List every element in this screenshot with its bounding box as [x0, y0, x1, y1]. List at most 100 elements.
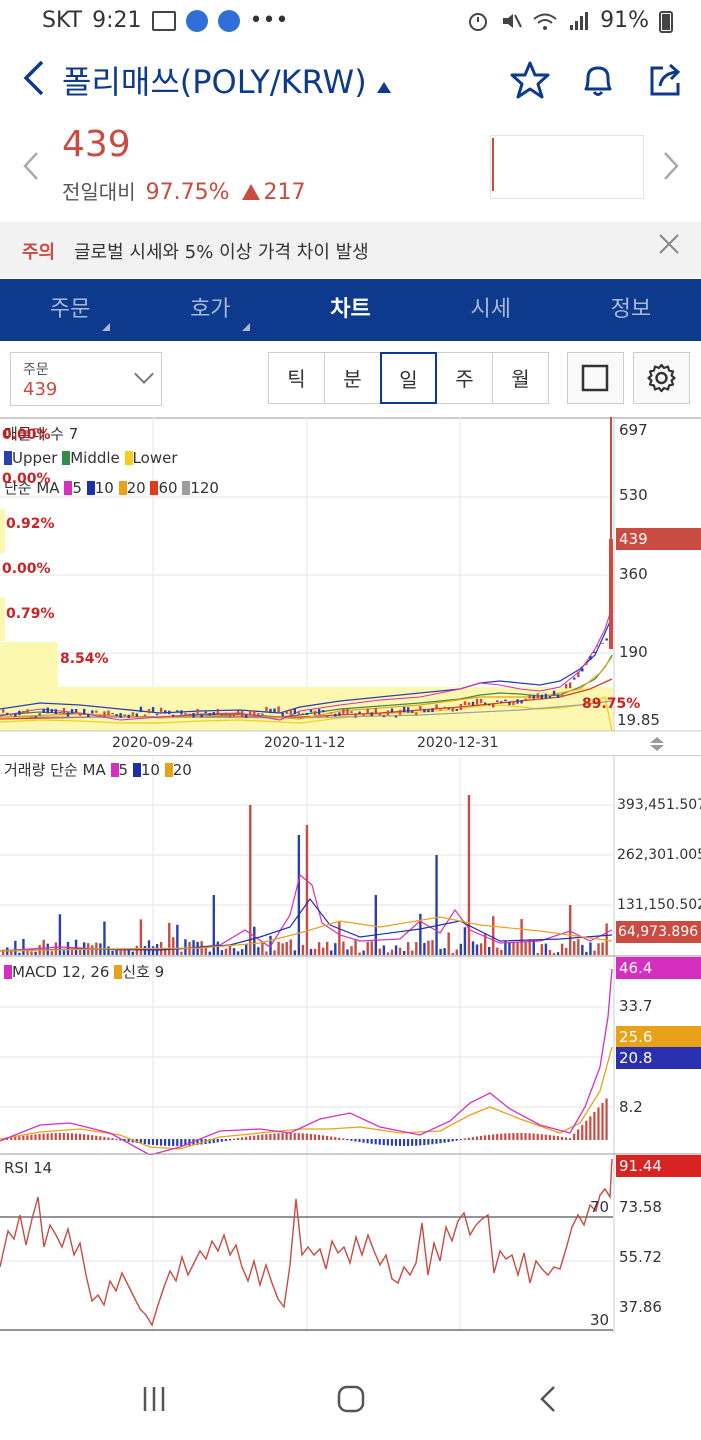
macd-histogram-bar [168, 1139, 171, 1146]
square-icon [581, 364, 609, 392]
candle [581, 668, 584, 672]
volume-bar [479, 943, 483, 955]
chart-settings-button[interactable] [633, 352, 690, 404]
candle [455, 709, 458, 711]
volume-bar [475, 944, 479, 955]
volume-bar [111, 950, 114, 955]
volume-bar [18, 952, 21, 955]
macd-chart[interactable]: MACD 12, 26 신호 9 46.4 33.7 25.6 20.8 8.2 [0, 957, 701, 1155]
candle [155, 713, 159, 716]
macd-histogram-bar [504, 1133, 507, 1140]
volume-bar [564, 947, 568, 955]
recent-apps-icon[interactable] [140, 1384, 170, 1414]
candle [556, 694, 560, 699]
gear-icon [647, 363, 676, 393]
candle [147, 709, 151, 714]
rsi-chart[interactable]: RSI 14 91.44 73.58 55.72 37.86 70 30 [0, 1155, 701, 1333]
volume-bar [354, 939, 357, 955]
candle [22, 710, 25, 713]
macd-histogram-bar [159, 1139, 163, 1146]
macd-histogram-bar [338, 1137, 341, 1140]
volume-bar [544, 943, 548, 955]
volume-bar [605, 923, 608, 955]
middle-color-swatch [62, 451, 71, 465]
macd-histogram-bar [220, 1139, 223, 1142]
macd-histogram-bar [443, 1139, 446, 1143]
volume-bar [516, 941, 519, 955]
histogram-value-badge: 20.8 [616, 1047, 701, 1069]
period-month-button[interactable]: 월 [492, 352, 549, 404]
macd-histogram-bar [415, 1139, 418, 1146]
drawing-tool-button[interactable] [567, 352, 624, 404]
volume-bar [463, 927, 467, 955]
notice-close-button[interactable] [657, 232, 681, 263]
macd-histogram-bar [451, 1139, 454, 1142]
candle [309, 709, 313, 713]
next-market-button[interactable] [662, 150, 680, 190]
candle [70, 709, 74, 714]
y-tick: 19.85 [617, 711, 660, 729]
volume-bar [103, 921, 106, 955]
favorite-star-icon[interactable] [510, 60, 550, 100]
rsi-value-badge: 91.44 [616, 1155, 701, 1177]
macd-histogram-bar [459, 1139, 462, 1141]
macd-histogram-bar [293, 1133, 296, 1140]
change-percent: 97.75% [145, 180, 230, 205]
period-tick-button[interactable]: 틱 [268, 352, 325, 404]
resize-handle-icon[interactable] [648, 735, 666, 753]
candle [516, 699, 519, 704]
period-day-button[interactable]: 일 [380, 352, 437, 404]
macd-histogram-bar [597, 1107, 600, 1140]
close-icon [659, 234, 679, 254]
macd-histogram-bar [548, 1135, 551, 1140]
tab-quotes[interactable]: 시세 [421, 279, 561, 341]
notification-bell-icon[interactable] [578, 60, 618, 100]
tab-info[interactable]: 정보 [561, 279, 701, 341]
band-upper-label: Upper [12, 449, 58, 467]
macd-histogram-bar [524, 1133, 527, 1140]
volume-chart[interactable]: 거래량 단순 MA 5 10 20 393,451.507 262,301.00… [0, 755, 701, 957]
vol-ma10-label: 10 [140, 761, 160, 779]
app-notification-icon [185, 9, 208, 32]
price-chart[interactable]: 매물대 수 7 Upper Middle Lower 단순 MA 5 10 20… [0, 417, 701, 755]
macd-histogram-bar [508, 1133, 511, 1140]
volume-bar [293, 950, 296, 955]
order-price-select[interactable]: 주문 439 [10, 352, 162, 406]
prev-market-button[interactable] [22, 150, 40, 190]
candle [297, 712, 301, 716]
candle [62, 707, 66, 714]
tab-chart[interactable]: 차트 [280, 279, 420, 341]
macd-histogram-bar [172, 1139, 175, 1146]
macd-histogram-bar [103, 1136, 106, 1140]
macd-histogram-bar [50, 1133, 53, 1140]
tab-submenu-icon [242, 323, 251, 331]
volume-bar [439, 948, 442, 955]
home-icon[interactable] [336, 1384, 366, 1414]
volume-bar [471, 941, 475, 955]
volume-profile-pct: 0.92% [6, 516, 55, 532]
volume-bar [127, 950, 130, 955]
candle [50, 709, 53, 713]
period-week-button[interactable]: 주 [436, 352, 493, 404]
back-nav-icon[interactable] [536, 1384, 560, 1414]
tab-orderbook[interactable]: 호가 [140, 279, 280, 341]
candle [111, 713, 114, 715]
market-title[interactable]: 폴리매쓰(POLY/KRW) [62, 60, 391, 104]
macd-histogram-bar [321, 1135, 325, 1140]
volume-bar [451, 952, 454, 955]
volume-bar [107, 946, 110, 955]
y-tick: 33.7 [619, 997, 653, 1015]
tab-order[interactable]: 주문 [0, 279, 140, 341]
macd-histogram-bar [42, 1133, 45, 1140]
volume-bar [50, 951, 53, 955]
macd-histogram-bar [232, 1138, 236, 1140]
back-button[interactable] [20, 58, 46, 110]
candle [18, 710, 21, 715]
macd-histogram-bar [30, 1134, 33, 1140]
period-minute-button[interactable]: 분 [324, 352, 381, 404]
share-icon[interactable] [646, 60, 686, 100]
y-tick: 37.86 [619, 1298, 662, 1316]
macd-histogram-bar [411, 1139, 414, 1146]
vol-ma20-label: 20 [172, 761, 192, 779]
candle [228, 714, 232, 718]
